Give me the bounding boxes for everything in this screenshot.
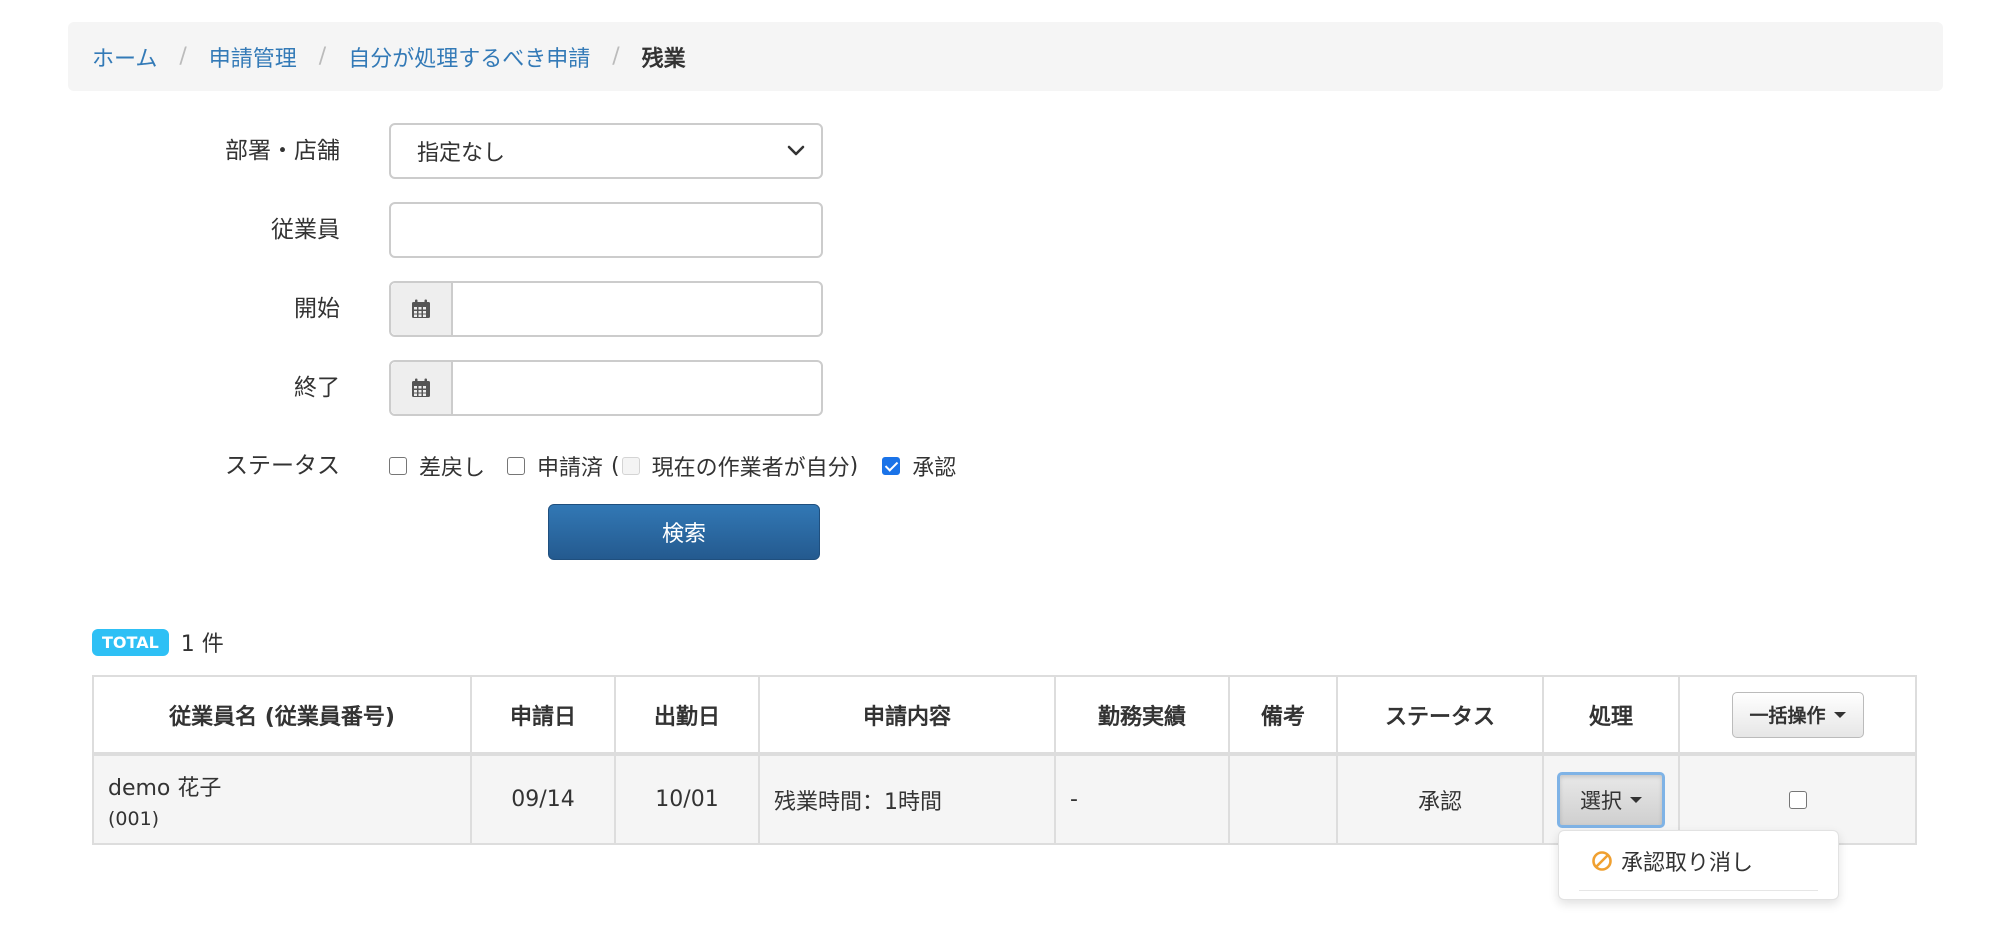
caret-down-icon: [1630, 796, 1642, 803]
col-employee-name: 従業員名 (従業員番号): [92, 675, 472, 756]
row-select-checkbox[interactable]: [1788, 791, 1807, 809]
breadcrumb-separator: /: [318, 44, 327, 69]
bulk-action-button[interactable]: 一括操作: [1731, 691, 1864, 738]
cell-content: 残業時間：1時間: [758, 753, 1056, 845]
status-option-current-worker-self: 現在の作業者が自分: [621, 450, 850, 482]
cell-note: [1228, 753, 1338, 845]
start-date-input[interactable]: [453, 283, 821, 335]
cell-apply-date: 09/14: [470, 753, 616, 845]
start-date-row: 開始: [0, 281, 1000, 337]
employee-input[interactable]: [389, 202, 823, 258]
breadcrumb-separator: /: [612, 44, 620, 69]
breadcrumb: ホーム / 申請管理 / 自分が処理するべき申請 / 残業: [68, 22, 1943, 91]
table-header-row: 従業員名 (従業員番号) 申請日 出勤日 申請内容 勤務実績 備考 ステータス …: [92, 675, 1917, 756]
end-date-field: [389, 360, 823, 416]
end-date-label: 終了: [294, 375, 340, 401]
status-current-worker-self-label: 現在の作業者が自分: [651, 456, 850, 481]
applications-table: 従業員名 (従業員番号) 申請日 出勤日 申請内容 勤務実績 備考 ステータス …: [92, 675, 1917, 845]
breadcrumb-my-applications-link[interactable]: 自分が処理するべき申請: [348, 41, 590, 73]
col-action: 処理: [1542, 675, 1680, 756]
total-count-text: 1 件: [180, 632, 224, 657]
department-row: 部署・店舗 指定なし: [0, 123, 1000, 179]
caret-down-icon: [1833, 711, 1846, 718]
start-date-calendar-button[interactable]: [391, 283, 453, 335]
status-approved-checkbox[interactable]: [882, 457, 901, 475]
breadcrumb-current: 残業: [641, 46, 686, 72]
status-option-submitted[interactable]: 申請済: [507, 450, 611, 482]
search-button[interactable]: 検索: [548, 504, 820, 560]
dropdown-item-cancel-approval[interactable]: 承認取り消し: [1591, 845, 1753, 877]
ban-icon: [1592, 851, 1612, 871]
cell-status: 承認: [1336, 753, 1544, 845]
status-current-worker-self-checkbox: [621, 457, 640, 475]
total-count: TOTAL 1 件: [92, 625, 224, 659]
employee-name: demo 花子: [108, 775, 222, 801]
breadcrumb-separator: /: [179, 44, 187, 69]
status-options: 差戻し 申請済 ( 現在の作業者が自分 ) 承認: [389, 440, 978, 492]
select-action-button[interactable]: 選択: [1557, 771, 1665, 828]
cell-work-result: -: [1054, 753, 1230, 845]
chevron-down-icon: [787, 145, 805, 156]
department-label: 部署・店舗: [225, 138, 340, 164]
select-action-label: 選択: [1580, 788, 1622, 813]
status-label: ステータス: [225, 453, 340, 479]
cell-employee: demo 花子 (001): [92, 753, 472, 845]
end-date-row: 終了: [0, 360, 1000, 416]
status-approved-label: 承認: [912, 456, 957, 481]
paren-close: ): [849, 453, 859, 479]
end-date-input[interactable]: [453, 362, 821, 414]
col-bulk: 一括操作: [1678, 675, 1917, 756]
col-status: ステータス: [1336, 675, 1544, 756]
col-work-date: 出勤日: [614, 675, 760, 756]
employee-code: (001): [108, 807, 160, 830]
col-note: 備考: [1228, 675, 1338, 756]
bulk-action-label: 一括操作: [1749, 705, 1826, 727]
status-submitted-checkbox[interactable]: [507, 457, 526, 475]
start-date-label: 開始: [294, 296, 340, 322]
col-content: 申請内容: [758, 675, 1056, 756]
start-date-field: [389, 281, 823, 337]
department-select[interactable]: 指定なし: [389, 123, 823, 179]
breadcrumb-application-management-link[interactable]: 申請管理: [209, 41, 297, 73]
end-date-calendar-button[interactable]: [391, 362, 453, 414]
status-returned-checkbox[interactable]: [389, 457, 407, 475]
breadcrumb-home-link[interactable]: ホーム: [92, 41, 157, 73]
status-option-approved[interactable]: 承認: [882, 450, 978, 482]
calendar-icon: [412, 299, 430, 318]
dropdown-divider: [1579, 890, 1818, 891]
col-work-result: 勤務実績: [1054, 675, 1230, 756]
action-dropdown-menu: 承認取り消し: [1558, 830, 1839, 900]
status-submitted-label: 申請済: [537, 456, 604, 481]
status-returned-label: 差戻し: [419, 456, 486, 481]
dropdown-item-label: 承認取り消し: [1621, 851, 1754, 876]
cell-work-date: 10/01: [614, 753, 760, 845]
employee-row: 従業員: [0, 202, 1000, 258]
col-apply-date: 申請日: [470, 675, 616, 756]
department-select-value: 指定なし: [417, 141, 506, 166]
paren-open: (: [611, 453, 620, 479]
calendar-icon: [412, 378, 430, 397]
status-option-returned[interactable]: 差戻し: [389, 450, 507, 482]
total-badge: TOTAL: [92, 628, 169, 656]
employee-label: 従業員: [271, 217, 340, 243]
